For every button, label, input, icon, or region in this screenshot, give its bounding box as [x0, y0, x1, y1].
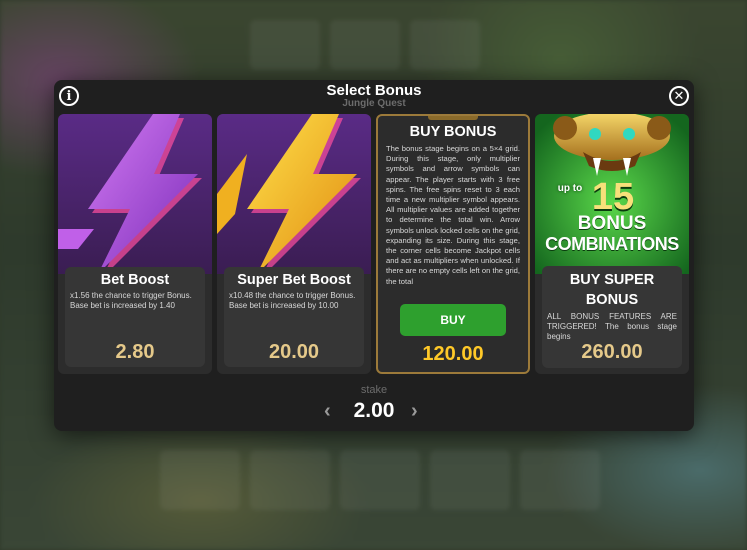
buy-super-bonus-card[interactable]: up to 15 BONUS COMBINATIONS BUY SUPER BO… [535, 114, 689, 374]
select-bonus-dialog: i Select Bonus Jungle Quest ✕ Bet Boost … [54, 80, 694, 431]
stake-value: 2.00 [353, 399, 395, 422]
stake-label: stake [360, 384, 388, 396]
card-title: BUY BONUS [409, 124, 497, 140]
card-price: 20.00 [268, 341, 320, 363]
stake-increase-icon[interactable]: › [411, 400, 418, 423]
card-price: 120.00 [422, 343, 484, 365]
card-description: x10.48 the chance to trigger Bonus. Base… [229, 291, 356, 310]
bonus-count-text: 15 [591, 176, 635, 218]
card-price: 2.80 [115, 341, 155, 363]
dialog-title: Select Bonus [326, 82, 422, 99]
buy-bonus-card[interactable]: BUY BONUS The bonus stage begins on a 5×… [376, 114, 530, 374]
buy-button[interactable]: BUY [400, 304, 506, 336]
card-price: 260.00 [581, 341, 643, 363]
card-ornament [428, 116, 478, 120]
card-title: BUY SUPER BONUS [569, 272, 655, 308]
bonus-text: BONUS [577, 213, 647, 234]
super-bet-boost-card[interactable]: Super Bet Boost x10.48 the chance to tri… [217, 114, 371, 374]
close-icon[interactable]: ✕ [669, 86, 689, 106]
purple-lightning-icon [58, 114, 212, 274]
card-title: Bet Boost [100, 272, 170, 288]
combinations-text: COMBINATIONS [545, 234, 679, 254]
bet-boost-card[interactable]: Bet Boost x1.56 the chance to trigger Bo… [58, 114, 212, 374]
card-description: The bonus stage begins on a 5×4 grid. Du… [386, 144, 520, 286]
card-description: ALL BONUS FEATURES ARE TRIGGERED! The bo… [547, 312, 677, 341]
gold-lightning-icon [217, 114, 371, 274]
upto-text: up to [557, 183, 583, 194]
card-description: x1.56 the chance to trigger Bonus. Base … [70, 291, 192, 310]
card-title: Super Bet Boost [237, 272, 351, 288]
dialog-subtitle: Jungle Quest [342, 98, 406, 109]
